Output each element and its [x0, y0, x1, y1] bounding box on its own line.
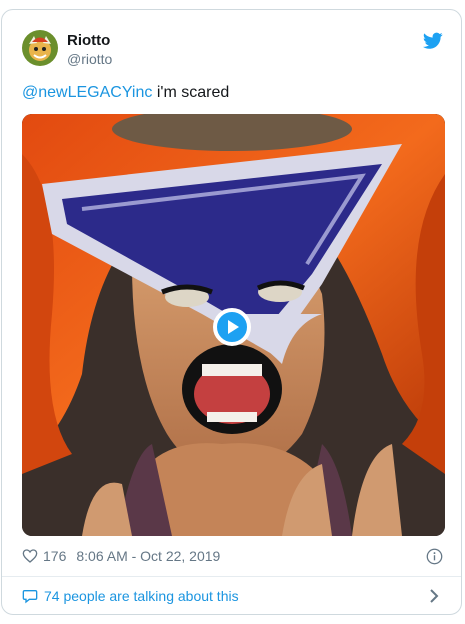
speech-bubble-icon [22, 590, 38, 604]
avatar[interactable] [22, 30, 58, 66]
like-count[interactable]: 176 [43, 548, 66, 564]
mention-link[interactable]: @newLEGACYinc [22, 84, 152, 101]
author-name[interactable]: Riotto [67, 32, 110, 49]
tweet-meta: 176 8:06 AM - Oct 22, 2019 [22, 548, 220, 564]
heart-icon[interactable] [22, 548, 38, 564]
conversation-label: 74 people are talking about this [44, 588, 239, 604]
timestamp[interactable]: 8:06 AM - Oct 22, 2019 [76, 548, 220, 564]
tweet-card: Riotto @riotto @newLEGACYinc i'm scared [1, 9, 462, 615]
tweet-text: @newLEGACYinc i'm scared [22, 84, 229, 102]
chevron-right-icon[interactable] [427, 588, 441, 604]
twitter-bird-icon[interactable] [423, 32, 443, 50]
divider [2, 576, 461, 577]
play-icon[interactable] [213, 308, 251, 346]
conversation-link[interactable]: 74 people are talking about this [22, 588, 239, 604]
tweet-body: i'm scared [156, 84, 230, 101]
tweet-video[interactable] [22, 114, 445, 536]
author-handle[interactable]: @riotto [67, 51, 112, 67]
info-icon[interactable] [426, 548, 443, 565]
